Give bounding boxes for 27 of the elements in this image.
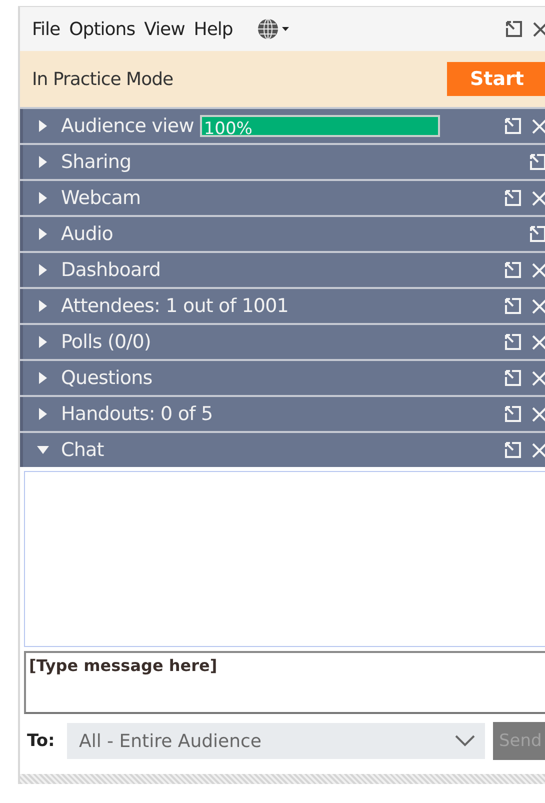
close-icon[interactable]: [533, 22, 545, 36]
panel-title: Chat: [61, 439, 104, 461]
start-button[interactable]: Start: [447, 62, 545, 96]
panel-title: Sharing: [61, 151, 132, 173]
panel-header[interactable]: Sharing: [20, 145, 545, 179]
panel-title: Polls (0/0): [61, 331, 151, 353]
panel-title: Dashboard: [61, 259, 160, 281]
panel-title: Webcam: [61, 187, 141, 209]
recipient-dropdown[interactable]: All - Entire Audience: [67, 723, 485, 759]
menu-item[interactable]: File: [32, 18, 60, 40]
panel-title: Audience view: [61, 115, 194, 137]
globe-dropdown-icon[interactable]: [256, 17, 290, 41]
to-label: To:: [27, 731, 56, 751]
panel-title: Audio: [61, 223, 114, 245]
menu-item[interactable]: View: [144, 18, 185, 40]
menu-item[interactable]: Options: [69, 18, 136, 40]
panel-title: Questions: [61, 367, 152, 389]
panel-title: Attendees: 1 out of 1001: [61, 295, 288, 317]
resize-grip[interactable]: [20, 774, 545, 784]
meter-reading: 100%: [202, 119, 252, 139]
message-input[interactable]: [Type message here]: [24, 651, 545, 714]
panel-title: Handouts: 0 of 5: [61, 403, 213, 425]
menu-item[interactable]: Help: [194, 18, 233, 40]
panel-header[interactable]: Audio: [20, 217, 545, 251]
chevron-down-icon: [455, 735, 475, 747]
pop-out-icon[interactable]: [505, 20, 523, 38]
mode-status: In Practice Mode: [32, 68, 174, 90]
